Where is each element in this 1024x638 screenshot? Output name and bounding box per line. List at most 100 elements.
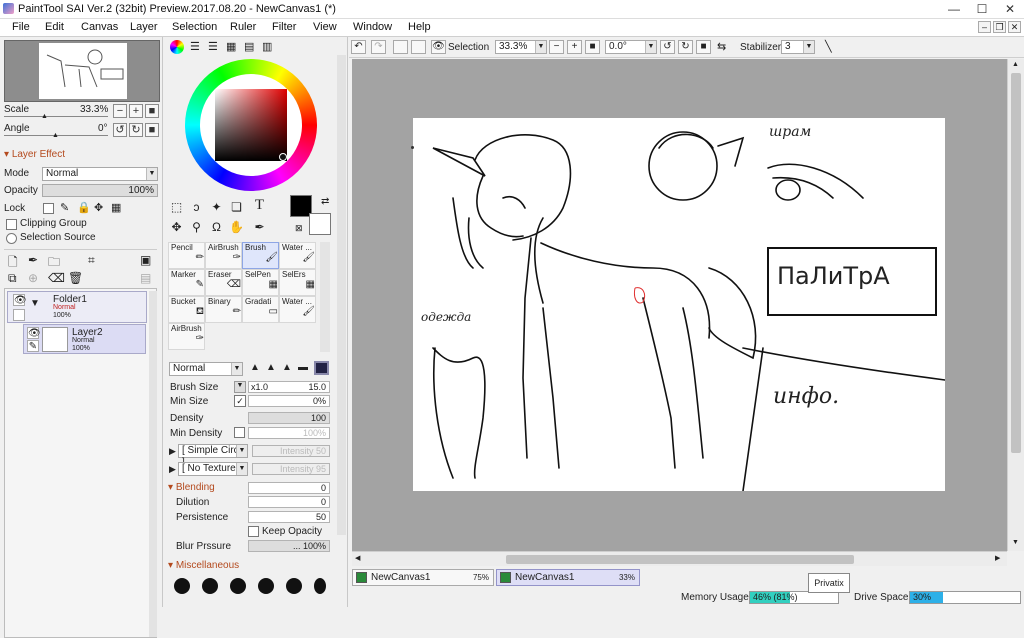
tool-panel-scrollbar[interactable] [337, 55, 346, 535]
blur-pressure-field[interactable]: ... 100% [248, 540, 330, 552]
menu-edit[interactable]: Edit [45, 21, 64, 33]
layer-list-scrollbar[interactable] [149, 291, 157, 637]
brush-shape-medium-icon[interactable]: ▲ [266, 362, 276, 373]
delete-layer-icon[interactable]: 🗑 [68, 271, 83, 285]
crop-icon[interactable]: ⌗ [88, 253, 95, 268]
scroll-right-icon[interactable]: ▶ [995, 554, 1000, 562]
size-preset-dot[interactable] [174, 578, 190, 594]
zoom-in-button[interactable]: + [129, 104, 143, 118]
menu-canvas[interactable]: Canvas [81, 21, 118, 33]
menu-view[interactable]: View [313, 21, 337, 33]
clipping-group-checkbox[interactable] [6, 219, 17, 230]
rotate-left-button[interactable]: ↺ [113, 123, 127, 137]
copy-layer-icon[interactable]: ⧉ [8, 271, 17, 286]
eye-icon[interactable]: 👁 [27, 327, 41, 339]
stabilizer-select[interactable]: 3 ▼ [781, 40, 815, 54]
brush-water-2[interactable]: Water ... 🖌 [279, 296, 316, 323]
menu-selection[interactable]: Selection [172, 21, 217, 33]
drawing-canvas[interactable]: шрам ПаЛиТрА одежда инфо. [413, 118, 946, 492]
maximize-button[interactable]: ☐ [968, 0, 996, 19]
folder-collapse-icon[interactable]: ▼ [30, 298, 40, 309]
blending-field[interactable]: 0 [248, 482, 330, 494]
brush-shape-soft-icon[interactable]: ▲ [282, 362, 292, 373]
zoom-out-button[interactable]: − [113, 104, 127, 118]
shape-expand-icon[interactable]: ▶ [169, 446, 176, 457]
rotate-icon[interactable]: Ω [208, 219, 225, 236]
mask-icon[interactable]: ▣ [140, 253, 151, 267]
menu-layer[interactable]: Layer [130, 21, 158, 33]
size-preset-dot[interactable] [230, 578, 246, 594]
rotate-right-button[interactable]: ↻ [129, 123, 143, 137]
redo-button[interactable]: ↷ [371, 40, 386, 54]
merge-down-icon[interactable]: ⊕ [28, 271, 38, 285]
layer-row-layer2[interactable]: 👁 ✎ Layer2 Normal 100% [23, 324, 146, 354]
brush-selpen[interactable]: SelPen ▦ [242, 269, 279, 296]
selection-visibility-button[interactable]: 👁 [431, 40, 446, 54]
angle-slider-thumb[interactable]: ▲ [52, 132, 59, 139]
minimize-button[interactable]: — [940, 0, 968, 19]
brush-water[interactable]: Water ... 🖌 [279, 242, 316, 269]
saturation-value-square[interactable] [215, 89, 287, 161]
invert-selection-button[interactable] [411, 40, 426, 54]
layer-edit-toggle[interactable] [13, 309, 25, 321]
angle-field[interactable]: 0.0° ▼ [605, 40, 657, 54]
blending-header[interactable]: ▾ Blending [168, 482, 215, 493]
undo-button[interactable]: ↶ [351, 40, 366, 54]
min-size-checkbox[interactable]: ✓ [234, 395, 246, 407]
deselect-button[interactable] [393, 40, 408, 54]
transparent-color-icon[interactable]: ⊠ [295, 223, 303, 234]
swap-colors-icon[interactable]: ⇄ [321, 196, 329, 207]
secondary-color-swatch[interactable] [309, 213, 331, 235]
rotate-reset-button[interactable]: ■ [145, 123, 159, 137]
color-picker-cursor[interactable] [279, 153, 287, 161]
lock-pen-icon[interactable]: ✎ [60, 201, 69, 214]
selection-source-radio[interactable] [6, 233, 17, 244]
brush-size-field[interactable]: x1.0 15.0 [248, 381, 330, 393]
size-preset-dot[interactable] [314, 578, 326, 594]
scale-slider-thumb[interactable]: ▲ [41, 113, 48, 120]
brush-grid-scrollbar[interactable] [320, 242, 330, 352]
swatches-tab-icon[interactable]: ▦ [226, 40, 236, 53]
blend-mode-select[interactable]: Normal ▼ [42, 167, 158, 181]
brush-shape-hard-icon[interactable]: ▲ [250, 362, 260, 373]
texture-intensity-field[interactable]: Intensity 95 [252, 463, 330, 475]
close-button[interactable]: ✕ [996, 0, 1024, 19]
size-preset-dot[interactable] [286, 578, 302, 594]
layer-effect-header[interactable]: ▾ Layer Effect [4, 149, 65, 160]
scroll-left-icon[interactable]: ◀ [355, 554, 360, 562]
flip-horizontal-icon[interactable]: ⇆ [717, 40, 726, 53]
size-preset-dot[interactable] [202, 578, 218, 594]
size-preset-dot[interactable] [258, 578, 274, 594]
rotate-reset-button[interactable]: ■ [696, 40, 711, 54]
opacity-slider[interactable]: 100% [42, 184, 158, 197]
zoom-in-button[interactable]: + [567, 40, 582, 54]
misc-header[interactable]: ▾ Miscellaneous [168, 560, 239, 571]
lasso-icon[interactable]: ↄ [188, 199, 205, 216]
navigator-preview[interactable] [4, 40, 160, 102]
texture-expand-icon[interactable]: ▶ [169, 464, 176, 475]
hsv-slider-tab-icon[interactable]: ☰ [208, 40, 218, 53]
lock-transparency-checkbox[interactable] [43, 203, 54, 214]
brush-airbrush-2[interactable]: AirBrush ✑ [168, 323, 205, 350]
apply-mask-icon[interactable]: ▤ [140, 271, 151, 285]
brush-shape-flat-icon[interactable]: ▬ [298, 362, 308, 373]
brush-marker[interactable]: Marker ✎ [168, 269, 205, 296]
eyedropper-icon[interactable]: ✒ [251, 219, 268, 236]
min-density-field[interactable]: 100% [248, 427, 330, 439]
brush-gradation[interactable]: Gradati ▭ [242, 296, 279, 323]
zoom-icon[interactable]: ⚲ [188, 219, 205, 236]
menu-filter[interactable]: Filter [272, 21, 296, 33]
brush-blend-select[interactable]: Normal ▼ [169, 362, 243, 376]
min-density-checkbox[interactable] [234, 427, 245, 438]
rect-select-icon[interactable]: ⬚ [168, 199, 185, 216]
color-wheel-tab-icon[interactable] [170, 40, 184, 54]
brush-shape-selected-icon[interactable] [314, 361, 329, 375]
magic-wand-icon[interactable]: ✦ [208, 199, 225, 216]
lock-icon[interactable]: 🔒 [77, 201, 91, 214]
brush-pencil[interactable]: Pencil ✏ [168, 242, 205, 269]
density-field[interactable]: 100 [248, 412, 330, 424]
vertical-scrollbar[interactable]: ▲ ▼ [1007, 59, 1024, 551]
brush-airbrush[interactable]: AirBrush ✑ [205, 242, 242, 269]
zoom-reset-button[interactable]: ■ [145, 104, 159, 118]
menu-window[interactable]: Window [353, 21, 392, 33]
